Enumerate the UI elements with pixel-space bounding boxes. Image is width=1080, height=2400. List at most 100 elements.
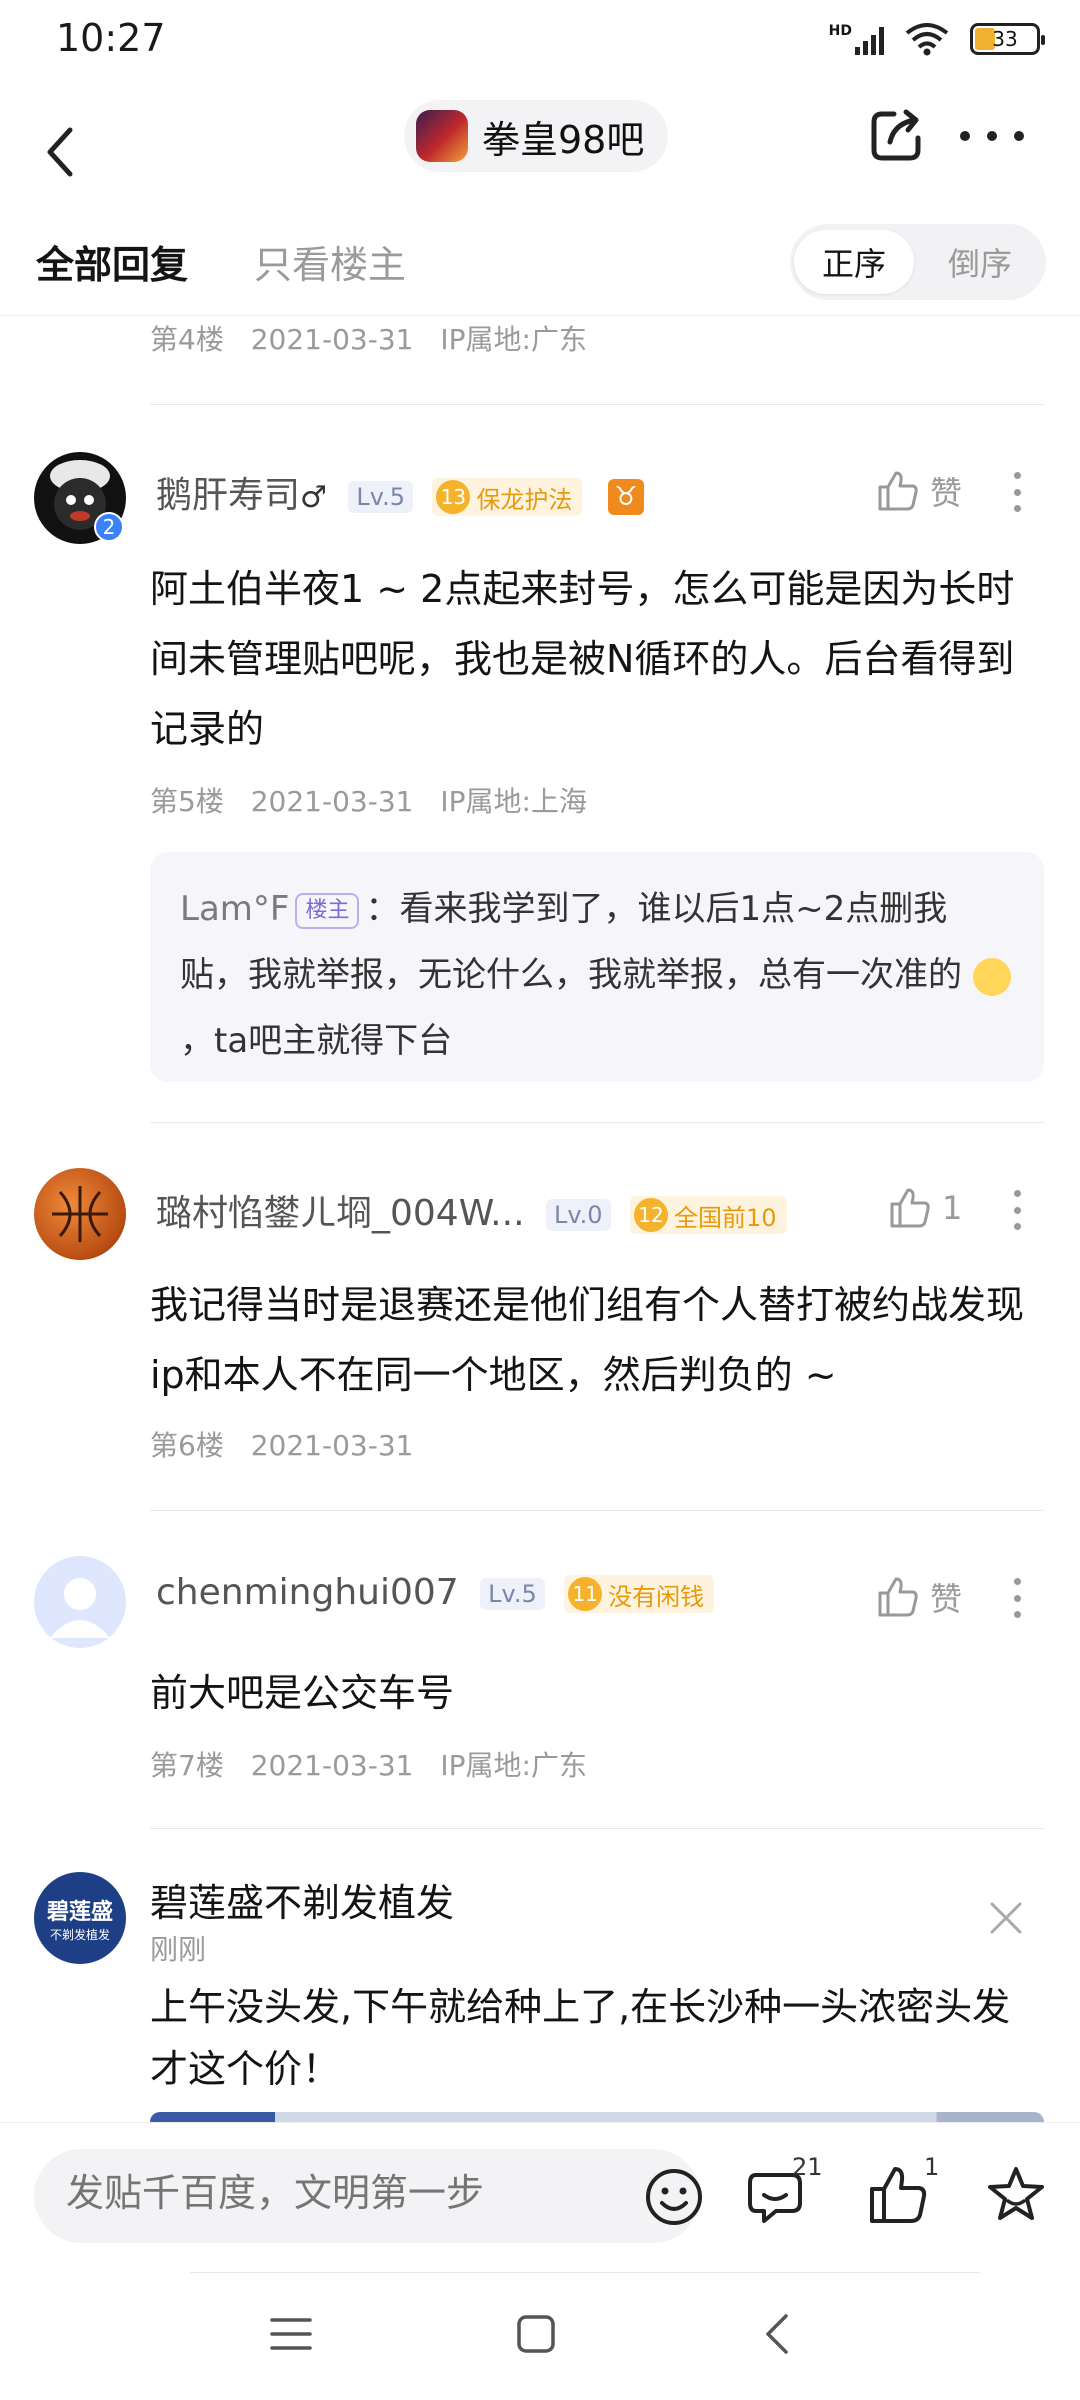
username-row: 鹅肝寿司♂ Lv.5 13 保龙护法 ♉ — [156, 466, 644, 518]
floor-number: 第4楼 — [150, 323, 224, 356]
share-icon — [871, 109, 921, 161]
sort-asc-button[interactable]: 正序 — [794, 230, 914, 294]
sub-reply-box[interactable]: Lam°F 楼主 ：看来我学到了，谁以后1点~2点删我贴，我就举报，无论什么，我就举… — [150, 852, 1044, 1082]
username[interactable]: 鹅肝寿司 — [156, 475, 300, 516]
post-content: 前大吧是公交车号 — [150, 1671, 455, 1715]
username-row: chenminghui007 Lv.5 11 没有闲钱 — [156, 1572, 715, 1613]
divider — [150, 1122, 1044, 1123]
favorite-button[interactable] — [984, 2163, 1048, 2227]
ad-title[interactable]: 碧莲盛不剃发植发 — [150, 1872, 454, 1927]
ad-time: 刚刚 — [150, 1933, 207, 1966]
floor-number: 第7楼 — [150, 1749, 224, 1782]
sort-toggle: 正序 倒序 — [790, 224, 1046, 300]
floor-meta: 第7楼 2021-03-31 IP属地:广东 — [150, 1744, 587, 1784]
divider — [150, 1510, 1044, 1511]
honor-badge: 11 没有闲钱 — [564, 1575, 715, 1613]
forum-link[interactable]: 拳皇98吧 — [404, 100, 669, 172]
username[interactable]: chenminghui007 — [156, 1572, 459, 1613]
level-badge: Lv.5 — [348, 481, 413, 513]
status-bar: 10:27 HD 33 — [0, 0, 1080, 84]
bottom-bar: 21 1 — [0, 2122, 1080, 2272]
reply-tabs: 全部回复 只看楼主 正序 倒序 — [0, 224, 1080, 316]
home-icon[interactable] — [516, 2314, 556, 2354]
like-label: 赞 — [930, 474, 963, 512]
ad-image[interactable] — [150, 2112, 1044, 2122]
tab-all-replies[interactable]: 全部回复 — [36, 234, 188, 289]
ad-content: 上午没头发,下午就给种上了,在长沙种一头浓密头发才这个价！ — [150, 1985, 1011, 2091]
like-post-button[interactable] — [866, 2163, 930, 2227]
like-button[interactable]: 1 — [888, 1186, 962, 1230]
floor-number: 第5楼 — [150, 785, 224, 818]
forum-avatar — [416, 110, 468, 162]
like-count: 1 — [942, 1189, 963, 1227]
divider — [150, 1828, 1044, 1829]
post-date: 2021-03-31 — [250, 785, 414, 818]
floor-meta: 第4楼 2021-03-31 IP属地:广东 — [150, 318, 587, 358]
like-label: 赞 — [930, 1580, 963, 1618]
thumb-up-icon — [870, 2167, 927, 2223]
post-date: 2021-03-31 — [250, 1749, 414, 1782]
post-date: 2021-03-31 — [250, 323, 414, 356]
level-badge: Lv.0 — [545, 1199, 611, 1231]
thumb-up-icon — [878, 471, 918, 511]
post-content: 阿土伯半夜1 ~ 2点起来封号，怎么可能是因为长时间未管理贴吧呢，我也是被N循环… — [150, 567, 1015, 751]
ip-location: IP属地:上海 — [440, 785, 587, 818]
avatar-level-badge: 2 — [94, 512, 124, 542]
ip-location: IP属地:广东 — [440, 1749, 587, 1782]
smile-icon — [646, 2169, 702, 2225]
like-button[interactable]: 赞 — [876, 468, 962, 514]
op-tag: 楼主 — [295, 892, 360, 929]
medal-icon: 11 — [568, 1577, 603, 1611]
system-nav-bar — [0, 2272, 1080, 2400]
more-options-button[interactable] — [1014, 472, 1022, 512]
emoji-button[interactable] — [644, 2167, 704, 2227]
tab-op-only[interactable]: 只看楼主 — [254, 234, 406, 289]
medal-icon: 12 — [634, 1198, 669, 1232]
honor-badge: 13 保龙护法 — [432, 478, 583, 516]
like-count: 1 — [924, 2153, 940, 2181]
battery-icon: 33 — [970, 23, 1045, 55]
username[interactable]: 璐村惂鐢ㄦ埛_004W... — [156, 1193, 525, 1234]
post-content: 我记得当时是退赛还是他们组有个人替打被约战发现ip和本人不在同一个地区，然后判负… — [150, 1283, 1025, 1397]
gender-icon: ♂ — [300, 480, 327, 515]
share-button[interactable] — [866, 106, 926, 166]
forum-name: 拳皇98吧 — [482, 117, 645, 162]
ip-location: IP属地:广东 — [440, 323, 587, 356]
floor-number: 第6楼 — [150, 1429, 224, 1462]
thumb-up-icon — [878, 1577, 918, 1617]
post-date: 2021-03-31 — [250, 1429, 414, 1462]
floor-meta: 第5楼 2021-03-31 IP属地:上海 — [150, 780, 587, 820]
avatar[interactable] — [34, 1556, 126, 1648]
reply-input[interactable] — [66, 2171, 606, 2215]
sub-reply-username[interactable]: Lam°F — [180, 889, 289, 929]
honor-badge: 12 全国前10 — [630, 1196, 787, 1234]
star-icon — [988, 2167, 1044, 2220]
menu-icon[interactable] — [270, 2314, 312, 2354]
status-icons: HD 33 — [829, 22, 1045, 56]
back-button[interactable] — [40, 102, 120, 202]
ad-logo: 碧莲盛 不剃发植发 — [34, 1872, 126, 1964]
like-button[interactable]: 赞 — [876, 1574, 962, 1620]
network-label: HD — [828, 23, 852, 39]
ad-close-button[interactable] — [986, 1898, 1026, 1938]
level-badge: Lv.5 — [480, 1578, 545, 1610]
signal-icon: HD — [829, 23, 884, 55]
wifi-icon — [905, 23, 949, 56]
more-options-button[interactable] — [1014, 1190, 1022, 1230]
thumb-up-icon — [890, 1188, 930, 1228]
nav-bar: 拳皇98吧 — [0, 84, 1080, 224]
sub-reply-text-2: ，ta吧主就得下台 — [180, 1021, 453, 1061]
divider — [190, 2272, 980, 2273]
avatar[interactable] — [34, 1168, 126, 1260]
status-time: 10:27 — [56, 16, 166, 60]
comment-count: 21 — [792, 2153, 823, 2181]
more-button[interactable] — [960, 124, 1024, 148]
zodiac-icon: ♉ — [607, 479, 644, 515]
reply-input-container[interactable] — [34, 2149, 702, 2243]
close-icon — [990, 1902, 1022, 1934]
floor-meta: 第6楼 2021-03-31 — [150, 1424, 413, 1464]
more-options-button[interactable] — [1014, 1578, 1022, 1618]
username-row: 璐村惂鐢ㄦ埛_004W... Lv.0 12 全国前10 — [156, 1184, 787, 1236]
sort-desc-button[interactable]: 倒序 — [920, 230, 1040, 294]
back-nav-icon[interactable] — [762, 2312, 792, 2356]
